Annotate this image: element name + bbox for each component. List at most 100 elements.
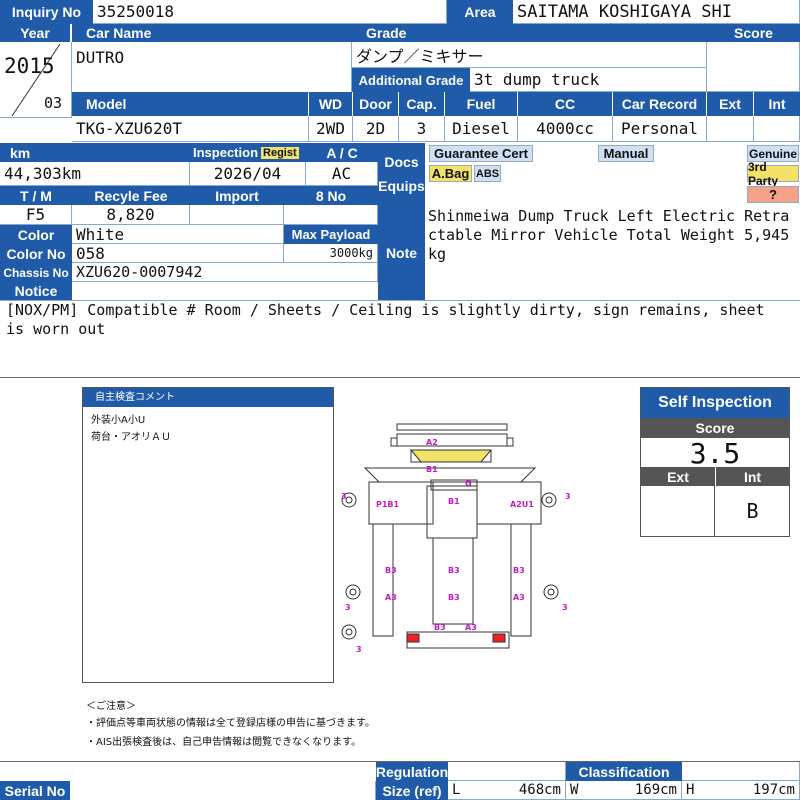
inspection-text: Inspection (193, 145, 259, 160)
size-w-cell: W 169cm (566, 781, 682, 800)
color-no-label: Color No (0, 244, 72, 263)
door-value: 2D (353, 116, 399, 142)
docs-label: Docs (384, 154, 419, 170)
caution-line-2: ・AIS出張検査後は、自己申告情報は閲覧できなくなります。 (86, 737, 362, 748)
size-h-label: H (686, 782, 695, 798)
damage-label-b3-bottom: B3 (434, 623, 446, 632)
int-label: Int (754, 92, 800, 116)
cc-value: 4000cc (518, 116, 613, 142)
guarantee-cert-tag: Guarantee Cert (429, 145, 533, 162)
inspection-comment-line-2: 荷台・アオリＡＵ (91, 432, 171, 443)
fuel-value: Diesel (445, 116, 518, 142)
self-inspection-score-value: 3.5 (689, 436, 741, 470)
inspection-value: 2026/04 (190, 162, 306, 186)
month-value: 03 (44, 94, 63, 112)
damage-label-b3-center-2: B3 (448, 593, 460, 602)
damage-label-b1-mid: B1 (448, 497, 460, 506)
8no-label: 8 No (284, 186, 378, 205)
manual-tag: Manual (598, 145, 654, 162)
damage-label-a2u1: A2U1 (510, 500, 534, 509)
self-inspection-panel: Self Inspection Score 3.5 Ext Int B (640, 387, 790, 537)
damage-label-b3-left: B3 (385, 566, 397, 575)
tyre-label-front-right: 3 (565, 492, 571, 501)
max-payload-label: Max Payload (284, 225, 378, 244)
import-label: Import (190, 186, 284, 205)
year-label: Year (0, 24, 70, 42)
regulation-value (448, 762, 566, 781)
recycle-fee-label: Recyle Fee (72, 186, 190, 205)
additional-grade-value: 3t dump truck (470, 68, 707, 92)
wd-label: WD (309, 92, 352, 116)
tyre-label-spare: 3 (356, 645, 362, 654)
model-label: Model (72, 92, 308, 116)
damage-label-g: G (465, 479, 472, 488)
damage-label-a3-bottom: A3 (465, 623, 477, 632)
size-ref-label: Size (ref) (376, 781, 448, 800)
cc-label: CC (518, 92, 612, 116)
caution-title: ＜ご注意＞ (86, 701, 136, 712)
self-inspection-int-label: Int (716, 467, 789, 486)
inspection-comment-title: 自主検査コメント (83, 388, 333, 407)
notice-value: [NOX/PM] Compatible # Room / Sheets / Ce… (6, 301, 765, 338)
inspection-label: Inspection Regist (190, 143, 306, 162)
inspection-comment-line-1: 外装小A小U (91, 415, 146, 426)
year-cell: 2015 03 (0, 42, 72, 118)
size-h-value: 197cm (752, 782, 795, 798)
color-label: Color (0, 225, 72, 244)
unknown-tag: ? (747, 186, 799, 203)
model-value: TKG-XZU620T (72, 116, 309, 142)
chassis-no-label: Chassis No (0, 263, 72, 282)
third-party-tag: 3rd Party (747, 160, 799, 188)
chassis-no-value: XZU620-0007942 (72, 263, 378, 282)
truck-damage-diagram (341, 423, 559, 649)
damage-label-b3-center-1: B3 (448, 566, 460, 575)
self-inspection-ext-value (641, 486, 715, 536)
tyre-label-rear-right: 3 (562, 603, 568, 612)
car-name-value: DUTRO (72, 42, 352, 94)
regist-tag: Regist (261, 146, 299, 159)
self-inspection-score-label: Score (641, 418, 789, 438)
self-inspection-title: Self Inspection (641, 388, 789, 418)
notice-label: Notice (0, 282, 72, 300)
classification-label: Classification (566, 762, 682, 781)
serial-no-label: Serial No (0, 781, 70, 800)
note-value: Shinmeiwa Dump Truck Left Electric Retra… (428, 207, 790, 263)
inquiry-no-value: 35250018 (93, 0, 447, 24)
area-value: SAITAMA KOSHIGAYA SHI (513, 0, 800, 24)
cap-label: Cap. (399, 92, 444, 116)
ac-value: AC (306, 162, 378, 186)
regulation-label: Regulation (375, 762, 449, 781)
additional-grade-label: Additional Grade (352, 68, 470, 92)
docs-equips-label: Docs Equips (378, 143, 425, 205)
abag-tag: A.Bag (429, 165, 472, 182)
size-w-value: 169cm (634, 782, 677, 798)
door-label: Door (353, 92, 398, 116)
score-value (707, 42, 800, 92)
ext-label: Ext (707, 92, 753, 116)
size-l-cell: L 468cm (448, 781, 566, 800)
ac-label: A / C (306, 143, 378, 162)
score-label: Score (707, 24, 800, 42)
fuel-label: Fuel (445, 92, 517, 116)
damage-label-b3-right: B3 (513, 566, 525, 575)
grade-value: ダンプ／ミキサー (352, 42, 707, 68)
size-w-label: W (570, 782, 579, 798)
int-value (754, 116, 800, 142)
recycle-fee-value: 8,820 (72, 205, 190, 225)
car-name-label: Car Name (72, 24, 352, 42)
damage-label-a3-right: A3 (513, 593, 525, 602)
grade-label: Grade (352, 24, 707, 42)
tyre-label-front-left: 3 (341, 492, 347, 501)
damage-label-a2: A2 (426, 438, 438, 447)
tm-label: T / M (0, 186, 72, 205)
km-label: km (0, 143, 190, 162)
caution-line-1: ・評価点等車両状態の情報は全て登録店様の申告に基づきます。 (86, 718, 375, 729)
tyre-label-rear-left: 3 (345, 603, 351, 612)
damage-label-b1-top: B1 (426, 465, 438, 474)
km-value: 44,303km (0, 162, 190, 186)
damage-label-a3-left: A3 (385, 593, 397, 602)
self-inspection-ext-label: Ext (641, 467, 715, 486)
cap-value: 3 (399, 116, 445, 142)
color-no-value: 058 (72, 244, 284, 263)
damage-label-p1b1: P1B1 (376, 500, 400, 509)
